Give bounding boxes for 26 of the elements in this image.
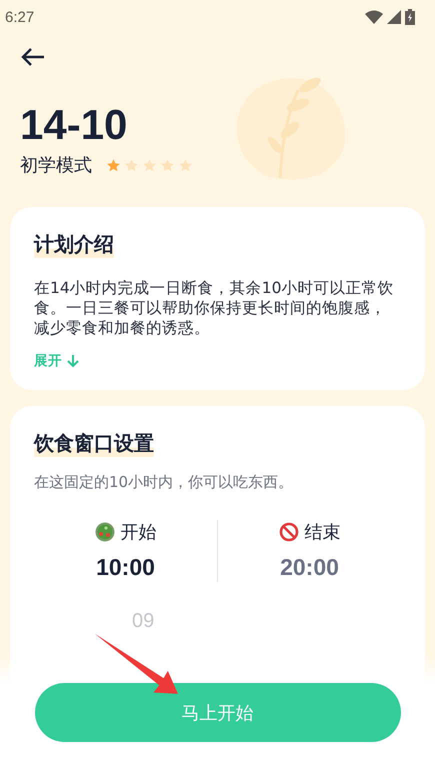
star-icon [178,158,193,172]
picker-option[interactable]: 09 [132,610,154,633]
mode-label: 初学模式 [20,154,92,177]
wifi-icon [365,10,383,24]
down-arrow-icon [66,354,80,368]
star-icon [142,158,157,172]
battery-icon [405,9,415,25]
star-icon [124,158,139,172]
window-description: 在这固定的10小时内，你可以吃东西。 [34,473,294,492]
status-time: 6:27 [5,8,34,26]
star-icon [106,158,121,172]
card-title: 饮食窗口设置 [34,430,154,457]
start-button[interactable]: 马上开始 [34,683,400,742]
intro-text: 在14小时内完成一日断食，其余10小时可以正常饮食。一日三餐可以帮助你保持更长时间的饱腹感，减少零食和加餐的诱惑。 [34,278,394,338]
time-label: 开始 [120,521,156,544]
plan-title: 14-10 [20,101,128,149]
star-icon [160,158,175,172]
time-value[interactable]: 10:00 [96,554,155,581]
prohibited-icon [278,522,298,542]
card-title: 计划介绍 [34,231,114,258]
time-value[interactable]: 20:00 [280,554,339,581]
expand-link[interactable]: 展开 [34,352,80,370]
signal-icon [387,10,401,24]
back-button[interactable] [20,47,46,67]
salad-bowl-icon [94,522,114,542]
time-label: 结束 [304,521,340,544]
